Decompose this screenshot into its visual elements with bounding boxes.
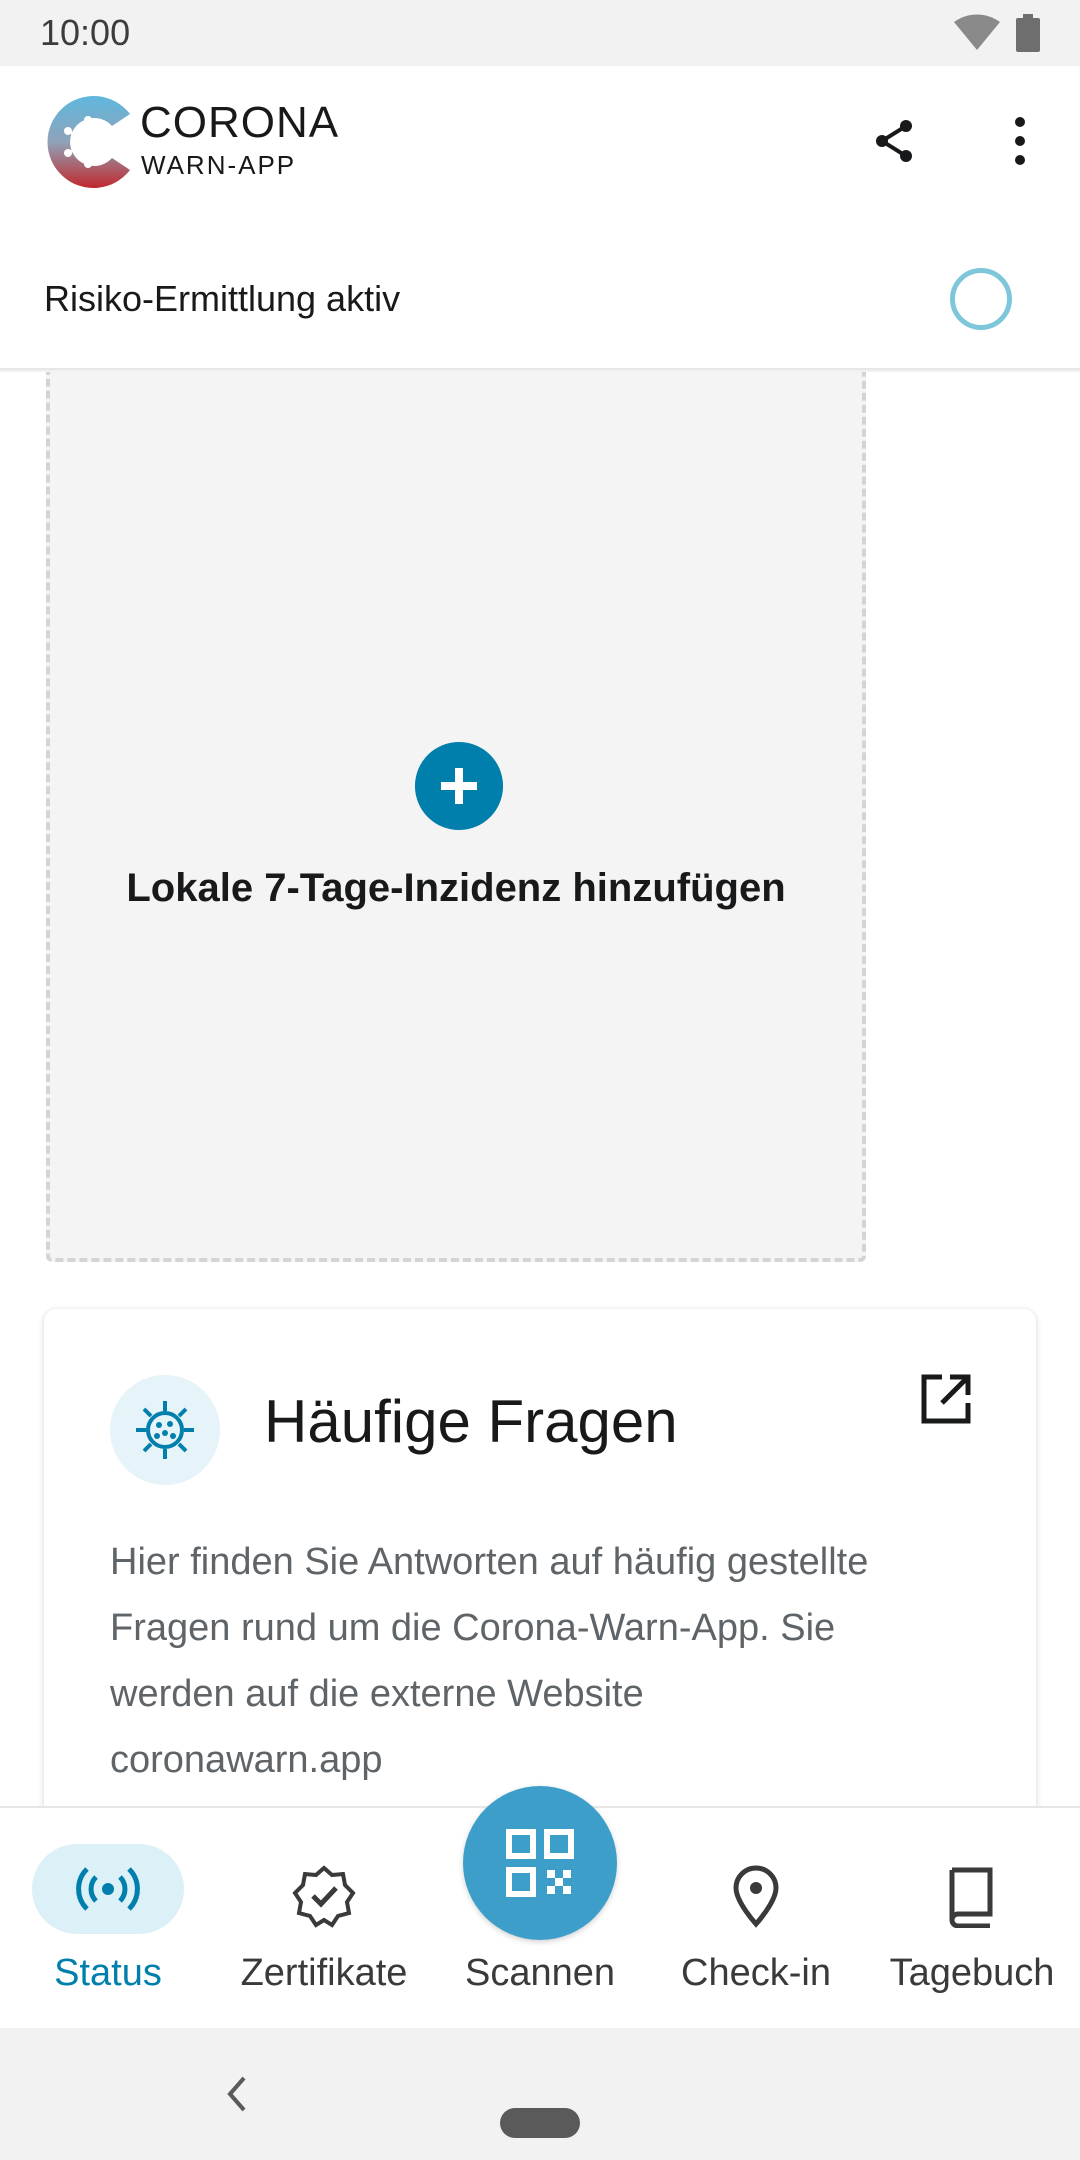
nav-item-zertifikate[interactable]: Zertifikate: [216, 1808, 432, 2030]
add-incidence-label: Lokale 7-Tage-Inzidenz hinzufügen: [126, 866, 786, 910]
system-navigation-bar: [0, 2028, 1080, 2160]
external-link-icon: [921, 1374, 971, 1424]
battery-icon: [1016, 14, 1040, 52]
scan-button[interactable]: [463, 1786, 617, 1940]
faq-title: Häufige Fragen: [264, 1388, 678, 1455]
active-indicator-pill: [32, 1844, 184, 1934]
location-pin-icon: [733, 1865, 779, 1928]
wifi-icon: [954, 14, 1000, 50]
virus-icon: [136, 1401, 194, 1459]
app-header: CORONA WARN-APP Risiko-Ermittlung aktiv: [0, 66, 1080, 370]
faq-body-text: Hier finden Sie Antworten auf häufig ges…: [110, 1541, 869, 1781]
home-pill[interactable]: [500, 2108, 580, 2138]
plus-icon: [415, 742, 503, 830]
nav-item-status[interactable]: Status: [0, 1808, 216, 2030]
nav-label-check-in: Check-in: [681, 1952, 831, 1994]
nav-label-scannen: Scannen: [464, 1952, 615, 1994]
status-content[interactable]: Lokale 7-Tage-Inzidenz hinzufügen Häufig…: [0, 372, 1080, 1806]
nav-label-zertifikate: Zertifikate: [240, 1952, 408, 1994]
add-local-incidence-card[interactable]: Lokale 7-Tage-Inzidenz hinzufügen: [46, 372, 866, 1262]
broadcast-icon: [76, 1867, 140, 1911]
book-icon: [949, 1867, 993, 1928]
logo-title: CORONA: [140, 98, 340, 147]
nav-label-status: Status: [54, 1952, 162, 1994]
back-icon[interactable]: [222, 2072, 250, 2116]
risk-detection-label[interactable]: Risiko-Ermittlung aktiv: [44, 278, 400, 320]
logo-subtitle: WARN-APP: [141, 150, 297, 180]
qr-code-icon: [506, 1829, 574, 1897]
status-bar: 10:00: [0, 0, 1080, 66]
faq-icon-badge: [110, 1375, 220, 1485]
nav-item-check-in[interactable]: Check-in: [648, 1808, 864, 2030]
certificate-check-icon: [292, 1865, 356, 1928]
status-time: 10:00: [40, 12, 131, 53]
corona-warn-app-logo: [47, 95, 131, 188]
nav-label-tagebuch: Tagebuch: [889, 1952, 1055, 1994]
faq-card[interactable]: Häufige Fragen Hier finden Sie Antworten…: [44, 1309, 1036, 1806]
risk-detection-progress-icon: [950, 268, 1012, 330]
share-icon[interactable]: [870, 116, 920, 166]
nav-item-tagebuch[interactable]: Tagebuch: [864, 1808, 1080, 2030]
more-options-icon[interactable]: [1000, 112, 1040, 170]
